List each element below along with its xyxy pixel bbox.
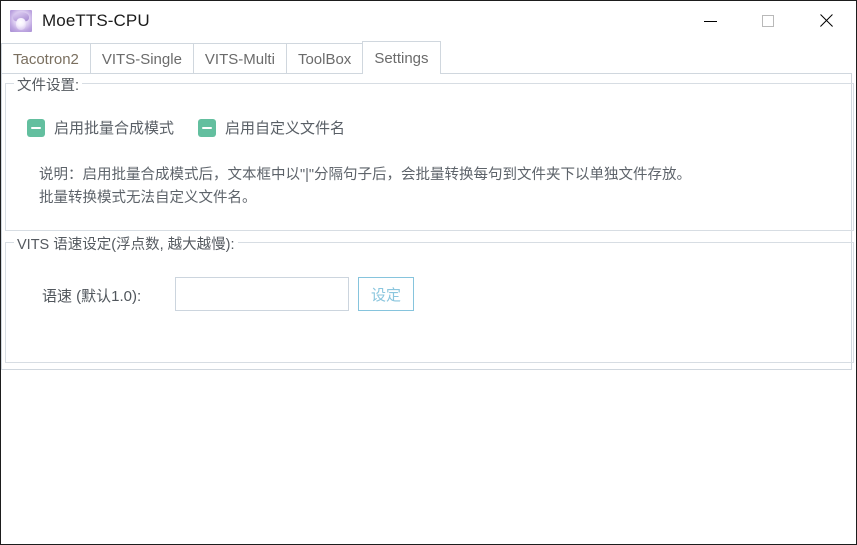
checkbox-custom-filename-label: 启用自定义文件名: [225, 120, 346, 137]
checkbox-batch-mode-label: 启用批量合成模式: [54, 120, 175, 137]
tab-tacotron2[interactable]: Tacotron2: [1, 43, 91, 74]
tab-bar: Tacotron2 VITS-Single VITS-Multi ToolBox…: [1, 41, 856, 75]
description-line-2: 批量转换模式无法自定义文件名。: [39, 190, 257, 206]
tab-label: Settings: [374, 49, 429, 67]
set-speed-button[interactable]: 设定: [358, 277, 414, 311]
settings-tab-panel: 文件设置: 启用批量合成模式 启用自定义文件名 说明：启用批量合成模式后，文本框…: [1, 74, 854, 370]
tab-label: Tacotron2: [13, 50, 79, 68]
window-controls: [682, 1, 856, 41]
description-line-1: 说明：启用批量合成模式后，文本框中以"|"分隔句子后，会批量转换每句到文件夹下以…: [39, 167, 692, 183]
tab-vits-single[interactable]: VITS-Single: [89, 43, 194, 74]
checkbox-indeterminate-icon[interactable]: [198, 118, 217, 137]
speed-control-row: 语速 (默认1.0): 设定: [6, 270, 853, 320]
tab-vits-multi[interactable]: VITS-Multi: [192, 43, 287, 74]
window-title: MoeTTS-CPU: [42, 11, 150, 30]
checkbox-custom-filename[interactable]: 启用自定义文件名: [198, 117, 345, 138]
file-settings-group-label: 文件设置:: [14, 74, 83, 95]
vits-speed-settings-group: VITS 语速设定(浮点数, 越大越慢): 语速 (默认1.0): 设定: [5, 233, 854, 363]
close-button[interactable]: [796, 1, 856, 41]
maximize-icon: [761, 15, 774, 27]
speed-input[interactable]: [175, 277, 349, 311]
app-window: MoeTTS-CPU Tacotron2 VITS-Single VITS-Mu…: [0, 0, 857, 545]
tab-toolbox[interactable]: ToolBox: [285, 43, 364, 74]
speed-field-label: 语速 (默认1.0):: [42, 288, 142, 305]
maximize-button[interactable]: [739, 1, 796, 41]
file-settings-checkbox-row: 启用批量合成模式 启用自定义文件名: [27, 117, 369, 138]
vits-speed-group-label: VITS 语速设定(浮点数, 越大越慢):: [14, 233, 238, 254]
tab-label: VITS-Multi: [204, 50, 275, 68]
window-empty-area: [1, 370, 856, 533]
file-settings-group: 文件设置: 启用批量合成模式 启用自定义文件名 说明：启用批量合成模式后，文本框…: [5, 74, 854, 231]
close-icon: [819, 14, 833, 28]
tab-label: VITS-Single: [101, 50, 182, 68]
tab-settings[interactable]: Settings: [362, 41, 441, 75]
titlebar: MoeTTS-CPU: [1, 1, 856, 41]
minimize-button[interactable]: [682, 1, 739, 41]
checkbox-indeterminate-icon[interactable]: [27, 118, 45, 137]
checkbox-batch-mode[interactable]: 启用批量合成模式: [27, 117, 174, 138]
minimize-icon: [704, 20, 717, 22]
tab-label: ToolBox: [297, 50, 352, 68]
file-settings-description: 说明：启用批量合成模式后，文本框中以"|"分隔句子后，会批量转换每句到文件夹下以…: [39, 164, 691, 210]
app-icon: [10, 10, 32, 32]
